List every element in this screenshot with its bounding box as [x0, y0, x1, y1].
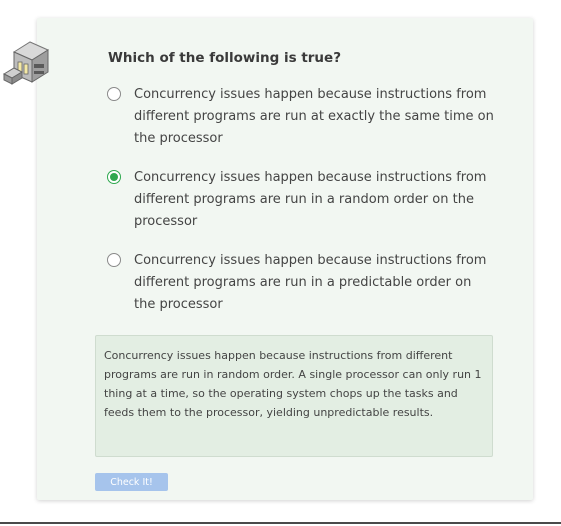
- answer-option-label: Concurrency issues happen because instru…: [134, 170, 487, 229]
- answer-option-2[interactable]: Concurrency issues happen because instru…: [106, 167, 496, 233]
- divider: [0, 522, 561, 524]
- feedback-text: Concurrency issues happen because instru…: [104, 349, 482, 419]
- page: Which of the following is true? Concurre…: [0, 0, 561, 526]
- answer-option-label: Concurrency issues happen because instru…: [134, 253, 487, 312]
- check-it-button[interactable]: Check It!: [95, 473, 168, 491]
- answer-options: Concurrency issues happen because instru…: [106, 84, 496, 333]
- answer-option-label: Concurrency issues happen because instru…: [134, 87, 494, 146]
- radio-unchecked-icon[interactable]: [107, 253, 121, 267]
- radio-unchecked-icon[interactable]: [107, 87, 121, 101]
- radio-checked-icon[interactable]: [107, 170, 121, 184]
- answer-option-1[interactable]: Concurrency issues happen because instru…: [106, 84, 496, 150]
- robot-mascot-icon: [0, 38, 60, 94]
- feedback-panel: Concurrency issues happen because instru…: [95, 335, 493, 457]
- answer-option-3[interactable]: Concurrency issues happen because instru…: [106, 250, 496, 316]
- question-title: Which of the following is true?: [108, 50, 342, 66]
